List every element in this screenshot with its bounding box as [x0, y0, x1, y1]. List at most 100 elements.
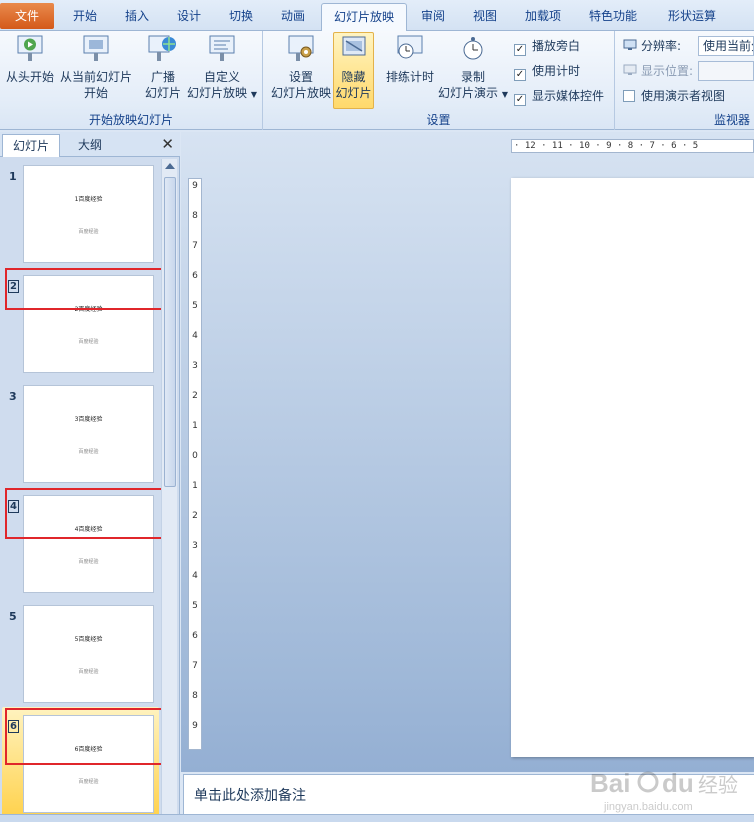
annotation-box — [5, 488, 172, 539]
ruler-number: 1 — [192, 421, 198, 431]
tab-transitions[interactable]: 切换 — [218, 3, 264, 31]
slide-number: 3 — [9, 390, 17, 403]
play-from-start-icon — [17, 35, 43, 61]
record-label-1: 录制 — [460, 70, 485, 84]
slide-canvas[interactable] — [511, 178, 754, 757]
thumbnail-subtitle: 百度经验 — [78, 669, 99, 675]
chevron-down-icon: ▼ — [250, 90, 257, 99]
presenter-view-label: 使用演示者视图 — [641, 89, 726, 103]
show-media-controls-checkbox[interactable]: ✓ 显示媒体控件 — [514, 87, 605, 106]
play-from-current-icon — [83, 35, 109, 61]
rehearse-label: 排练计时 — [385, 70, 434, 84]
tab-shape-operations[interactable]: 形状运算 — [656, 3, 728, 31]
show-on-label: 显示位置: — [641, 64, 694, 78]
rehearse-timings-icon — [397, 35, 423, 59]
slides-panel: 幻灯片 大纲 ✕ 1 1百度经验 百度经验 2 2百度经验 百度经验 3 3百度… — [0, 132, 180, 822]
slide-thumbnail-5[interactable]: 5百度经验 百度经验 — [23, 605, 154, 703]
record-label-2: 幻灯片演示 — [438, 86, 499, 100]
panel-tabs: 幻灯片 大纲 ✕ — [0, 132, 180, 157]
tab-insert[interactable]: 插入 — [114, 3, 160, 31]
broadcast-label-1: 广播 — [150, 70, 175, 84]
record-clock-icon — [463, 37, 483, 60]
scrollbar-thumb[interactable] — [164, 177, 176, 487]
broadcast-label-2: 幻灯片 — [144, 86, 181, 100]
tab-slides[interactable]: 幻灯片 — [2, 134, 60, 157]
from-beginning-button[interactable]: 从头开始 — [3, 33, 57, 85]
rehearse-timings-button[interactable]: 排练计时 — [381, 33, 439, 85]
tab-addins[interactable]: 加载项 — [514, 3, 572, 31]
setup-label-2: 幻灯片放映 — [270, 86, 331, 100]
show-on-row: 显示位置: — [623, 62, 693, 80]
presenter-view-checkbox[interactable]: 使用演示者视图 — [623, 87, 725, 105]
ruler-number: 3 — [192, 541, 198, 551]
baidu-watermark-logo: Bai du 经验 jingyan.baidu.com — [582, 758, 752, 818]
chevron-down-icon: ▼ — [501, 90, 508, 99]
use-timings-label: 使用计时 — [532, 64, 581, 78]
group-setup: 设置 幻灯片放映 隐藏 幻灯片 排练计时 录制 幻灯片演示 ▼ ✓ 播放旁白 ✓… — [263, 31, 615, 130]
ruler-number: 4 — [192, 571, 198, 581]
resolution-row: 分辨率: — [623, 37, 681, 55]
checkbox-checked-icon: ✓ — [514, 94, 526, 106]
ruler-number: 5 — [192, 301, 198, 311]
annotation-box — [5, 268, 172, 310]
thumbnail-title: 1百度经验 — [74, 196, 103, 203]
resolution-dropdown[interactable]: 使用当前分 — [698, 36, 754, 56]
ruler-number: 7 — [192, 241, 198, 251]
from-current-slide-button[interactable]: 从当前幻灯片 开始 — [58, 33, 134, 101]
show-media-controls-label: 显示媒体控件 — [532, 89, 605, 103]
play-narrations-checkbox[interactable]: ✓ 播放旁白 — [514, 37, 581, 56]
tab-view[interactable]: 视图 — [462, 3, 508, 31]
hide-slide-label-2: 幻灯片 — [335, 86, 372, 100]
group-start-label: 开始放映幻灯片 — [88, 113, 173, 127]
checkbox-checked-icon: ✓ — [514, 44, 526, 56]
svg-text:Bai: Bai — [590, 768, 630, 798]
scroll-up-arrow-icon[interactable] — [165, 163, 175, 169]
setup-slideshow-button[interactable]: 设置 幻灯片放映 — [267, 33, 335, 101]
ruler-number: 8 — [192, 691, 198, 701]
ruler-number: 0 — [192, 451, 198, 461]
tab-home[interactable]: 开始 — [62, 3, 108, 31]
tab-file[interactable]: 文件 — [0, 3, 54, 29]
svg-text:jingyan.baidu.com: jingyan.baidu.com — [603, 801, 693, 813]
resolution-label: 分辨率: — [641, 39, 682, 53]
ruler-number: 7 — [192, 661, 198, 671]
ruler-number: 2 — [192, 391, 198, 401]
close-icon[interactable]: ✕ — [161, 135, 174, 153]
tab-review[interactable]: 审阅 — [410, 3, 456, 31]
ruler-number: 1 — [192, 481, 198, 491]
tab-slide-show[interactable]: 幻灯片放映 — [321, 3, 407, 32]
record-slideshow-button[interactable]: 录制 幻灯片演示 ▼ — [437, 33, 509, 103]
checkbox-checked-icon: ✓ — [514, 69, 526, 81]
ruler-number: 8 — [192, 211, 198, 221]
thumbnail-subtitle: 百度经验 — [78, 339, 99, 345]
monitor-icon — [623, 39, 637, 50]
tab-design[interactable]: 设计 — [166, 3, 212, 31]
ribbon-tab-bar: 文件 开始 插入 设计 切换 动画 幻灯片放映 审阅 视图 加载项 特色功能 形… — [0, 0, 754, 32]
svg-text:经验: 经验 — [698, 773, 738, 797]
status-bar — [0, 814, 754, 822]
broadcast-slideshow-button[interactable]: 广播 幻灯片 — [140, 33, 186, 101]
thumbnail-title: 3百度经验 — [74, 416, 103, 423]
panel-scrollbar[interactable] — [161, 159, 177, 822]
use-timings-checkbox[interactable]: ✓ 使用计时 — [514, 62, 581, 81]
broadcast-globe-icon — [148, 35, 176, 61]
from-current-label-2: 开始 — [83, 86, 108, 100]
show-on-dropdown[interactable] — [698, 61, 754, 81]
group-monitors-label: 监视器 — [713, 113, 750, 127]
slide-thumbnail-3[interactable]: 3百度经验 百度经验 — [23, 385, 154, 483]
custom-label-1: 自定义 — [203, 70, 240, 84]
annotation-box — [5, 708, 168, 765]
thumbnail-subtitle: 百度经验 — [78, 779, 99, 785]
slide-thumbnail-1[interactable]: 1百度经验 百度经验 — [23, 165, 154, 263]
tab-outline[interactable]: 大纲 — [60, 134, 120, 157]
vertical-ruler: 9 8 7 6 5 4 3 2 1 0 1 2 3 4 5 6 7 8 9 — [188, 178, 202, 750]
tab-special-features[interactable]: 特色功能 — [578, 3, 648, 31]
custom-slideshow-button[interactable]: 自定义 幻灯片放映 ▼ — [186, 33, 258, 103]
slide-number: 5 — [9, 610, 17, 623]
setup-label-1: 设置 — [288, 70, 313, 84]
tab-animations[interactable]: 动画 — [270, 3, 316, 31]
play-narrations-label: 播放旁白 — [532, 39, 581, 53]
svg-text:du: du — [662, 768, 694, 798]
ribbon: 从头开始 从当前幻灯片 开始 广播 幻灯片 自定义 幻灯片放映 ▼ 开始放映幻灯… — [0, 31, 754, 130]
hide-slide-button[interactable]: 隐藏 幻灯片 — [333, 32, 374, 109]
